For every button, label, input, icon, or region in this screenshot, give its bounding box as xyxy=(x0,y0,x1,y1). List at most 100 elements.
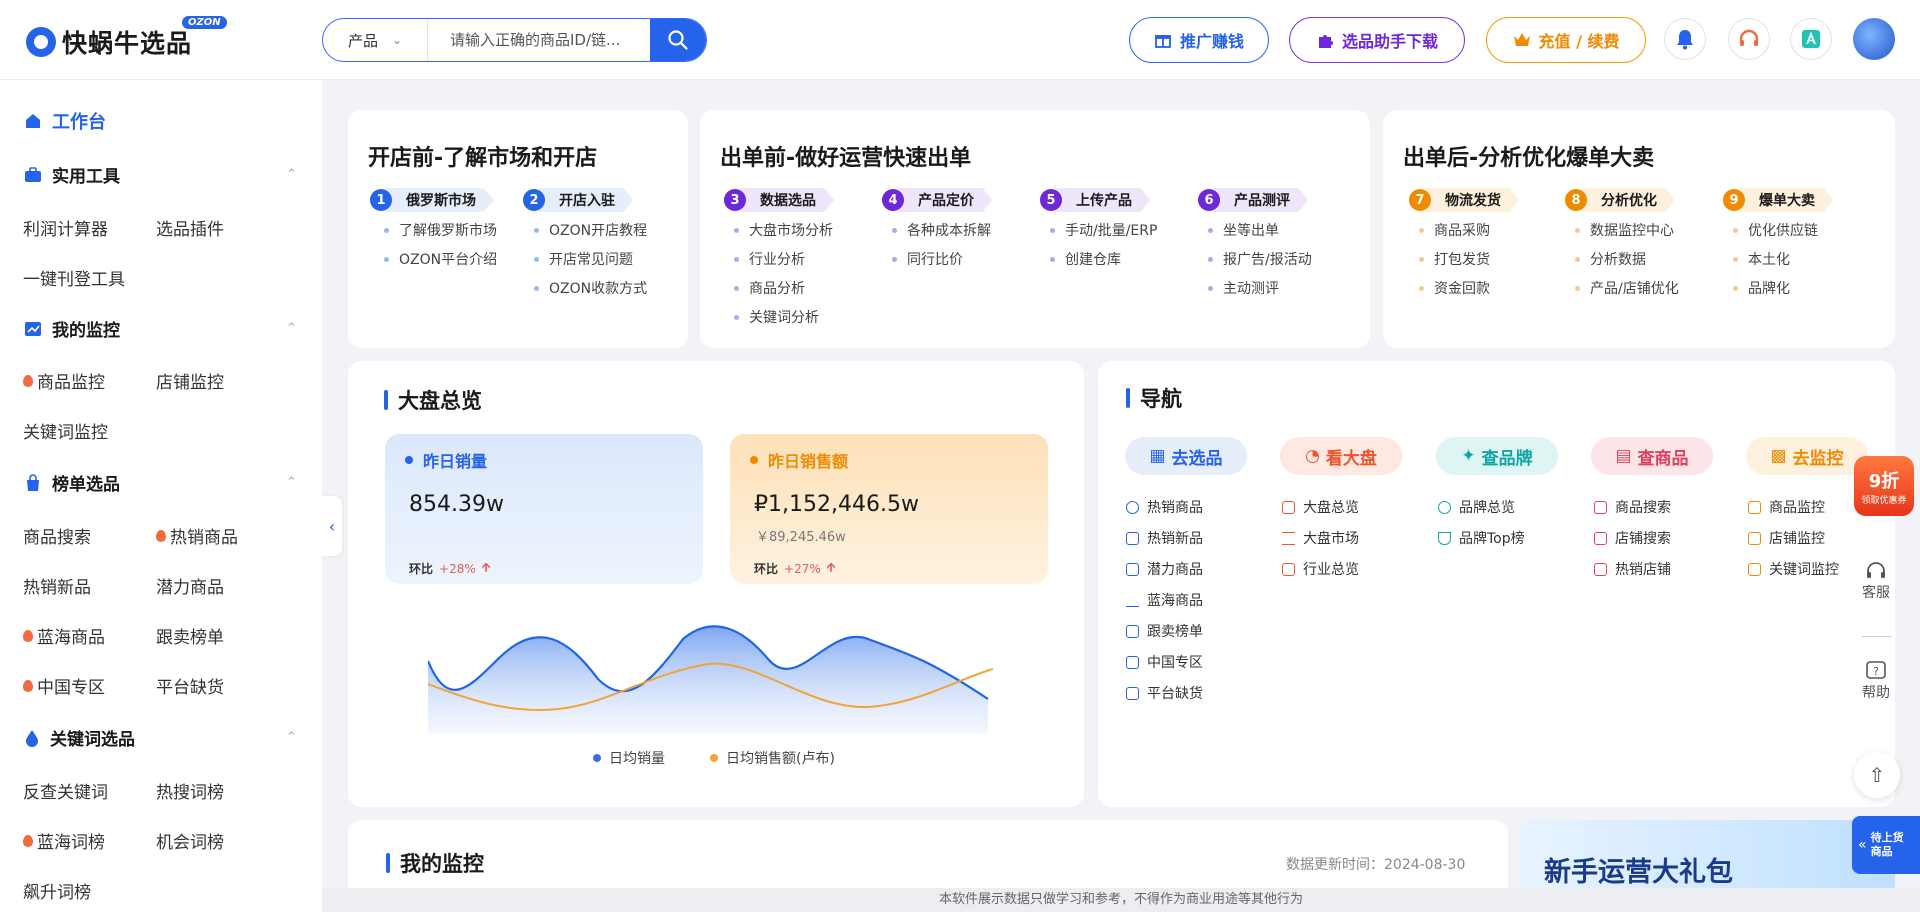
chevron-up-icon[interactable]: ⌃ xyxy=(286,167,297,182)
nav-link[interactable]: 热销商品 xyxy=(1126,497,1203,517)
nav-link[interactable]: 平台缺货 xyxy=(1126,683,1203,703)
step-link[interactable]: OZON开店教程 xyxy=(534,220,647,240)
step-link[interactable]: 打包发货 xyxy=(1419,249,1490,269)
sidebar-item-plugin[interactable]: 选品插件 xyxy=(156,215,224,240)
search-button[interactable] xyxy=(650,19,706,61)
yesterday-sales-card[interactable]: 昨日销量 854.39w 环比 +28% 🡩 xyxy=(385,434,703,584)
step-link[interactable]: 关键词分析 xyxy=(734,307,819,327)
step-link[interactable]: 坐等出单 xyxy=(1208,220,1279,240)
step-6[interactable]: 6 产品测评 xyxy=(1198,188,1308,212)
step-7[interactable]: 7 物流发货 xyxy=(1409,188,1519,212)
step-link[interactable]: 报广告/报活动 xyxy=(1208,249,1312,269)
sidebar-item-rising-words[interactable]: 飙升词榜 xyxy=(23,878,91,903)
step-4[interactable]: 4 产品定价 xyxy=(882,188,992,212)
step-link[interactable]: 开店常见问题 xyxy=(534,249,633,269)
user-avatar[interactable] xyxy=(1853,18,1895,60)
nav-pill-market[interactable]: ◔ 看大盘 xyxy=(1280,437,1402,475)
step-link[interactable]: 产品/店铺优化 xyxy=(1575,278,1679,298)
nav-link[interactable]: 店铺监控 xyxy=(1748,528,1825,548)
step-link[interactable]: 各种成本拆解 xyxy=(892,220,991,240)
step-link[interactable]: 大盘市场分析 xyxy=(734,220,833,240)
nav-link[interactable]: 热销店铺 xyxy=(1594,559,1671,579)
nav-pill-product[interactable]: ▤ 查商品 xyxy=(1591,437,1713,475)
nav-link[interactable]: 大盘总览 xyxy=(1282,497,1359,517)
step-link[interactable]: 行业分析 xyxy=(734,249,805,269)
nav-link[interactable]: 商品搜索 xyxy=(1594,497,1671,517)
step-8[interactable]: 8 分析优化 xyxy=(1565,188,1675,212)
pending-products-button[interactable]: « 待上货商品 xyxy=(1852,816,1920,874)
notification-button[interactable] xyxy=(1664,18,1706,60)
step-link[interactable]: 手动/批量/ERP xyxy=(1050,220,1157,240)
step-2[interactable]: 2 开店入驻 xyxy=(523,188,633,212)
logo[interactable]: 快蜗牛选品 OZON xyxy=(26,16,227,62)
chevron-up-icon[interactable]: ⌃ xyxy=(286,321,297,336)
nav-link[interactable]: 跟卖榜单 xyxy=(1126,621,1203,641)
search-category-select[interactable]: 产品 ⌄ xyxy=(323,19,428,61)
group-tools[interactable]: 实用工具 ⌃ xyxy=(24,162,297,187)
sidebar-item-keyword-monitor[interactable]: 关键词监控 xyxy=(23,418,108,443)
group-monitor[interactable]: 我的监控 ⌃ xyxy=(24,316,297,341)
step-link[interactable]: OZON平台介绍 xyxy=(384,249,497,269)
sidebar-item-product-search[interactable]: 商品搜索 xyxy=(23,523,91,548)
sidebar-item-follow-sell[interactable]: 跟卖榜单 xyxy=(156,623,224,648)
promo-button[interactable]: 推广赚钱 xyxy=(1129,17,1269,63)
nav-link[interactable]: 潜力商品 xyxy=(1126,559,1203,579)
sidebar-item-opportunity-words[interactable]: 机会词榜 xyxy=(156,828,224,853)
yesterday-revenue-card[interactable]: 昨日销售额 ₽1,152,446.5w ￥89,245.46w 环比 +27% 🡩 xyxy=(730,434,1048,584)
step-9[interactable]: 9 爆单大卖 xyxy=(1723,188,1833,212)
customer-service-button[interactable]: 客服 xyxy=(1846,560,1906,602)
sidebar-item-out-of-stock[interactable]: 平台缺货 xyxy=(156,673,224,698)
step-5[interactable]: 5 上传产品 xyxy=(1040,188,1150,212)
sidebar-item-hot-search[interactable]: 热搜词榜 xyxy=(156,778,224,803)
sidebar-item-reverse-keyword[interactable]: 反查关键词 xyxy=(23,778,108,803)
sidebar-item-publish-tool[interactable]: 一键刊登工具 xyxy=(23,265,125,290)
group-rankings[interactable]: 榜单选品 ⌃ xyxy=(24,470,297,495)
step-link[interactable]: 本土化 xyxy=(1733,249,1790,269)
sidebar-item-store-monitor[interactable]: 店铺监控 xyxy=(156,368,224,393)
step-link[interactable]: 商品分析 xyxy=(734,278,805,298)
sidebar-item-hot-products[interactable]: 热销商品 xyxy=(156,523,238,548)
chevron-up-icon[interactable]: ⌃ xyxy=(286,475,297,490)
step-link[interactable]: 优化供应链 xyxy=(1733,220,1818,240)
step-link[interactable]: 商品采购 xyxy=(1419,220,1490,240)
step-link[interactable]: 同行比价 xyxy=(892,249,963,269)
nav-pill-monitor[interactable]: ▩ 去监控 xyxy=(1746,437,1868,475)
nav-link[interactable]: 行业总览 xyxy=(1282,559,1359,579)
plugin-download-button[interactable]: 选品助手下载 xyxy=(1289,17,1465,63)
step-3[interactable]: 3 数据选品 xyxy=(724,188,834,212)
sidebar-item-workbench[interactable]: 工作台 xyxy=(24,108,106,134)
back-to-top-button[interactable]: ⇧ xyxy=(1854,752,1900,798)
step-link[interactable]: 资金回款 xyxy=(1419,278,1490,298)
sidebar-item-hot-new[interactable]: 热销新品 xyxy=(23,573,91,598)
discount-coupon-button[interactable]: 9折 领取优惠券 xyxy=(1854,456,1914,516)
sidebar-item-china-zone[interactable]: 中国专区 xyxy=(23,673,105,698)
step-link[interactable]: 创建仓库 xyxy=(1050,249,1121,269)
nav-link[interactable]: 蓝海商品 xyxy=(1126,590,1203,610)
step-link[interactable]: 了解俄罗斯市场 xyxy=(384,220,497,240)
sidebar-item-blue-ocean[interactable]: 蓝海商品 xyxy=(23,623,105,648)
sidebar-item-potential[interactable]: 潜力商品 xyxy=(156,573,224,598)
nav-pill-select[interactable]: ▦ 去选品 xyxy=(1125,437,1247,475)
step-link[interactable]: 主动测评 xyxy=(1208,278,1279,298)
search-input[interactable] xyxy=(428,19,650,61)
translate-button[interactable] xyxy=(1790,18,1832,60)
nav-link[interactable]: 品牌Top榜 xyxy=(1438,528,1525,548)
step-link[interactable]: 品牌化 xyxy=(1733,278,1790,298)
nav-link[interactable]: 热销新品 xyxy=(1126,528,1203,548)
sidebar-item-product-monitor[interactable]: 商品监控 xyxy=(23,368,105,393)
nav-link[interactable]: 店铺搜索 xyxy=(1594,528,1671,548)
sidebar-collapse-button[interactable]: ‹ xyxy=(322,496,342,556)
nav-link[interactable]: 关键词监控 xyxy=(1748,559,1839,579)
nav-link[interactable]: 商品监控 xyxy=(1748,497,1825,517)
nav-pill-brand[interactable]: ✦ 查品牌 xyxy=(1436,437,1558,475)
support-button[interactable] xyxy=(1728,18,1770,60)
sidebar-item-profit-calc[interactable]: 利润计算器 xyxy=(23,215,108,240)
group-keywords[interactable]: 关键词选品 ⌃ xyxy=(24,725,297,750)
recharge-button[interactable]: 充值 / 续费 xyxy=(1486,17,1646,63)
sidebar-item-blue-ocean-words[interactable]: 蓝海词榜 xyxy=(23,828,105,853)
nav-link[interactable]: 中国专区 xyxy=(1126,652,1203,672)
help-button[interactable]: ? 帮助 xyxy=(1846,660,1906,702)
step-link[interactable]: OZON收款方式 xyxy=(534,278,647,298)
step-link[interactable]: 分析数据 xyxy=(1575,249,1646,269)
step-1[interactable]: 1 俄罗斯市场 xyxy=(370,188,494,212)
